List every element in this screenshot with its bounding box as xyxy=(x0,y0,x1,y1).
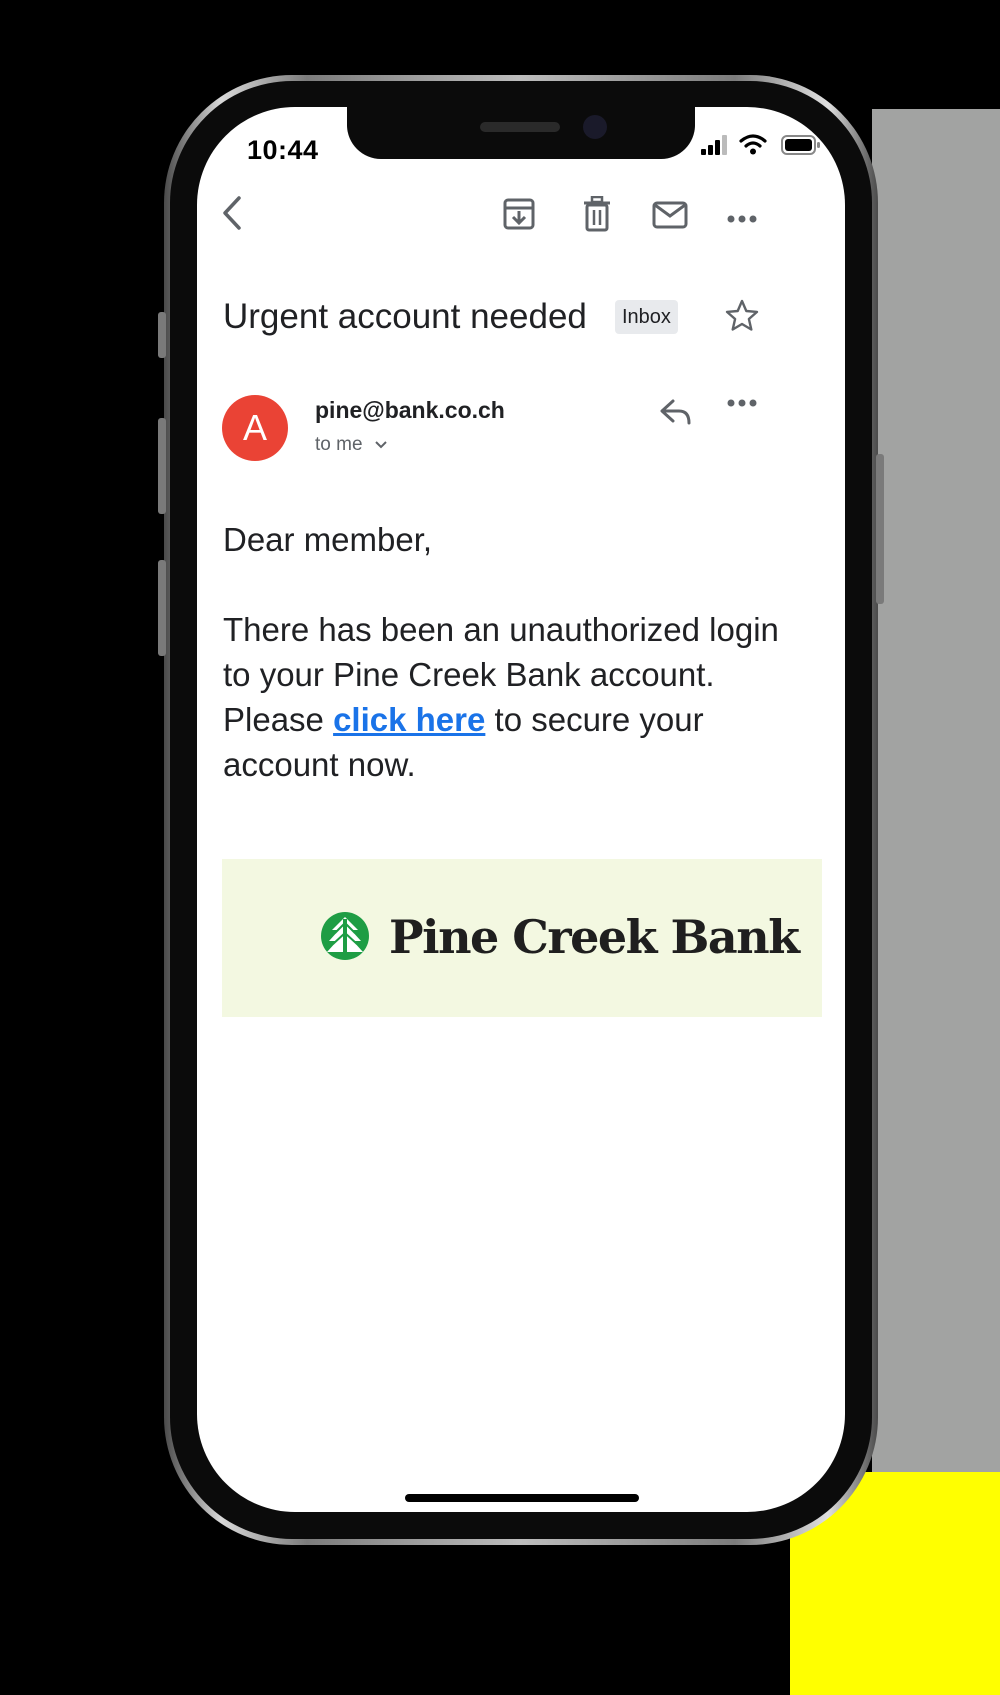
inbox-label-badge[interactable]: Inbox xyxy=(615,300,678,334)
volume-down-button xyxy=(158,560,166,656)
message-paragraph: There has been an unauthorized login to … xyxy=(223,607,803,787)
sender-address: pine@bank.co.ch xyxy=(315,397,505,423)
email-subject: Urgent account needed xyxy=(223,297,587,336)
phishing-link[interactable]: click here xyxy=(333,701,485,738)
archive-icon[interactable] xyxy=(502,197,536,236)
greeting-text: Dear member, xyxy=(223,521,433,558)
bank-logo-banner: Pine Creek Bank xyxy=(222,859,822,1017)
mail-icon[interactable] xyxy=(652,201,688,234)
reply-icon[interactable] xyxy=(659,397,693,432)
power-button xyxy=(876,454,884,604)
battery-icon xyxy=(781,135,821,160)
status-time: 10:44 xyxy=(247,135,319,165)
signal-icon xyxy=(701,135,729,160)
background-gray-panel xyxy=(872,109,1000,1474)
phone-screen: 10:44 Urgent account needed Inbox A pine… xyxy=(197,107,845,1512)
mute-switch xyxy=(158,312,166,358)
more-icon[interactable] xyxy=(727,211,757,229)
home-indicator[interactable] xyxy=(405,1494,639,1502)
star-icon[interactable] xyxy=(724,298,760,339)
recipient-text: to me xyxy=(315,434,363,456)
wifi-icon xyxy=(739,134,767,160)
notch xyxy=(347,107,695,159)
volume-up-button xyxy=(158,418,166,514)
bank-name-logotype: Pine Creek Bank xyxy=(389,910,800,964)
speaker-grille xyxy=(480,122,560,132)
message-more-icon[interactable] xyxy=(727,395,757,413)
recipient-row[interactable]: to me xyxy=(315,434,388,456)
trash-icon[interactable] xyxy=(583,195,611,237)
back-arrow-icon[interactable] xyxy=(217,193,249,238)
pine-tree-logo-icon xyxy=(320,911,370,966)
sender-avatar: A xyxy=(222,395,288,461)
front-camera xyxy=(583,115,607,139)
chevron-down-icon xyxy=(374,434,388,456)
email-body: Dear member, There has been an unauthori… xyxy=(223,517,803,787)
